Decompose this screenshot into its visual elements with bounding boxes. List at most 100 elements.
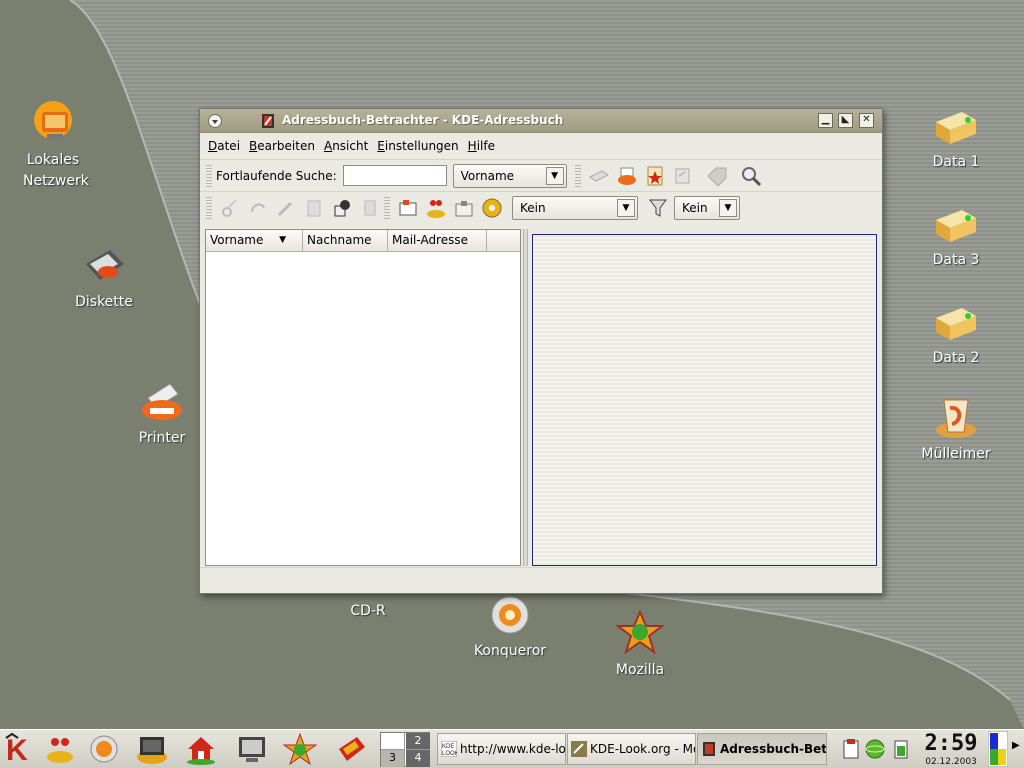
minimize-button[interactable]: ▁ [818, 113, 833, 128]
battery-tray-icon[interactable] [892, 738, 910, 760]
cut-button[interactable] [216, 195, 244, 221]
printer-icon [617, 167, 636, 185]
search-button[interactable] [737, 163, 765, 189]
task-kde-look-mozilla[interactable]: KDE-Look.org - Mo [567, 733, 696, 765]
addressbook-app-icon [262, 114, 274, 128]
menu-ansicht[interactable]: Ansicht [324, 139, 368, 153]
toolbar-grip[interactable] [206, 164, 212, 187]
addressbook-star-icon [647, 166, 663, 185]
new-address-button[interactable] [641, 163, 669, 189]
home-icon[interactable] [185, 733, 217, 765]
desktop-icon-data2[interactable]: Data 2 [908, 302, 1004, 369]
window-menu-button[interactable] [208, 114, 222, 128]
pane-splitter[interactable] [523, 229, 528, 566]
dropdown-arrow-icon: ▼ [545, 166, 564, 185]
desktop-preview-icon[interactable] [988, 731, 1008, 767]
desktop-icon-label: Diskette [75, 294, 133, 310]
undo-button[interactable] [669, 163, 697, 189]
paste-button[interactable] [300, 195, 328, 221]
mozilla-icon[interactable] [283, 733, 317, 765]
desktop-icon-label: Printer [138, 430, 186, 446]
printer-icon [142, 383, 182, 420]
desktop-icon-mozilla[interactable]: Mozilla [592, 610, 688, 681]
desktop-icon-label: Data 2 [932, 350, 980, 366]
monitor-icon[interactable] [236, 733, 268, 765]
kde-menu-icon[interactable]: K [2, 732, 38, 766]
joystick-icon[interactable] [44, 733, 76, 765]
clipboard-tray-icon[interactable] [842, 738, 860, 760]
menu-hilfe[interactable]: Hilfe [468, 139, 495, 153]
new-contact-button[interactable] [585, 163, 613, 189]
contact-list[interactable]: Vorname ▼ Nachname Mail-Adresse [205, 229, 521, 566]
mozilla-window-icon [571, 741, 587, 757]
pager-desktop-1[interactable]: 1 [381, 733, 405, 750]
column-label: Vorname [210, 233, 264, 247]
scroll-icon [364, 200, 376, 215]
column-header-nachname[interactable]: Nachname [303, 230, 388, 251]
edit-button[interactable] [272, 195, 300, 221]
toolbar-grip[interactable] [206, 196, 212, 219]
scissors-icon [222, 198, 237, 217]
desktop-icon-network[interactable]: Lokales Netzwerk [5, 98, 101, 192]
desktop-icon-trash[interactable]: Mülleimer [908, 392, 1004, 465]
joystick-icon [427, 199, 445, 218]
konqueror-icon[interactable] [88, 733, 120, 765]
filter-select[interactable]: Kein ▼ [674, 195, 740, 220]
desktop-icon-label: Data 1 [932, 154, 980, 170]
menu-einstellungen[interactable]: Einstellungen [377, 139, 458, 153]
desktop-icon-label: Mülleimer [921, 446, 991, 462]
drive-icon [455, 200, 473, 216]
contact-list-header: Vorname ▼ Nachname Mail-Adresse [206, 230, 520, 252]
joystick-button[interactable] [422, 195, 450, 221]
desktop-icon-label: Data 3 [932, 252, 980, 268]
toolbar-grip[interactable] [574, 164, 581, 187]
column-header-mail[interactable]: Mail-Adresse [388, 230, 487, 251]
window-title: Adressbuch-Betrachter - KDE-Adressbuch [282, 113, 564, 127]
maximize-button[interactable]: ◣ [838, 113, 853, 128]
column-header-vorname[interactable]: Vorname ▼ [206, 230, 303, 251]
delete-button[interactable] [356, 195, 384, 221]
redo-button[interactable] [703, 163, 731, 189]
magnifier-icon [741, 166, 761, 186]
sync-button[interactable] [478, 195, 506, 221]
redo-edit-button[interactable] [244, 195, 272, 221]
main-content: Vorname ▼ Nachname Mail-Adresse [205, 229, 877, 566]
menu-datei[interactable]: Datei [208, 139, 240, 153]
panel-clock[interactable]: 2:59 02.12.2003 [922, 731, 980, 767]
column-label: Nachname [307, 233, 372, 247]
print-button[interactable] [613, 163, 641, 189]
desktop-icon-cdr[interactable]: CD-R [320, 601, 416, 622]
floppy-icon [86, 250, 124, 280]
menu-bearbeiten[interactable]: Bearbeiten [249, 139, 315, 153]
export-button[interactable] [450, 195, 478, 221]
copy-button[interactable] [328, 195, 356, 221]
network-tray-icon[interactable] [864, 738, 886, 760]
window-titlebar[interactable]: Adressbuch-Betrachter - KDE-Adressbuch ▁… [200, 109, 882, 133]
desktop-icon-konqueror[interactable]: Konqueror [462, 593, 558, 662]
terminal-icon[interactable] [135, 733, 169, 765]
task-kde-look-browser[interactable]: KDELOOK http://www.kde-look [437, 733, 566, 765]
mailbox-icon [399, 199, 417, 215]
desktop-icon-data3[interactable]: Data 3 [908, 204, 1004, 271]
close-button[interactable]: ✕ [859, 113, 874, 128]
task-addressbook[interactable]: Adressbuch-Betra [697, 733, 827, 765]
desktop-icon-printer[interactable]: Printer [114, 380, 210, 449]
desktop-icon-label: CD-R [350, 603, 386, 619]
desktop-icon-floppy[interactable]: Diskette [56, 244, 152, 313]
toolbar-grip[interactable] [384, 196, 390, 219]
kde-panel: K 1 2 3 4 KDELOOK http://www.kde-look KD… [0, 729, 1024, 768]
filter-button[interactable] [644, 195, 672, 221]
addressbook-launcher-icon[interactable] [335, 733, 369, 765]
desktop-icon-data1[interactable]: Data 1 [908, 106, 1004, 173]
pager-desktop-2[interactable]: 2 [406, 733, 430, 750]
clock-time: 2:59 [924, 731, 978, 756]
search-input[interactable] [342, 165, 447, 186]
panel-hide-arrow-icon[interactable]: ▶ [1012, 740, 1020, 751]
contact-details-pane [532, 234, 877, 566]
mail-button[interactable] [394, 195, 422, 221]
search-field-select[interactable]: Vorname ▼ [452, 163, 567, 188]
redo-icon [251, 203, 265, 212]
pager-desktop-4[interactable]: 4 [406, 750, 430, 767]
view-select[interactable]: Kein ▼ [512, 195, 638, 220]
pager-desktop-3[interactable]: 3 [381, 750, 405, 767]
